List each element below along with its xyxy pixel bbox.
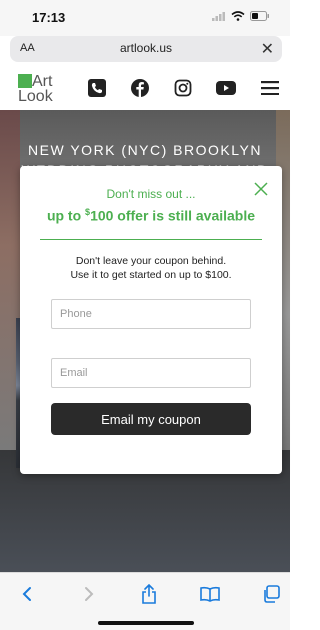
modal-divider — [40, 239, 262, 240]
headline-rest: 100 offer is still available — [90, 207, 256, 224]
modal-headline: up to $100 offer is still available — [20, 207, 282, 224]
modal-body-line2: Use it to get started on up to $100. — [70, 269, 232, 281]
battery-icon — [250, 11, 269, 21]
logo-mark — [18, 74, 32, 88]
site-header: Art Look — [0, 64, 290, 110]
phone-icon[interactable] — [87, 78, 107, 98]
share-icon[interactable] — [138, 583, 160, 605]
headline-prefix: up to — [46, 207, 86, 224]
forward-icon[interactable] — [78, 583, 100, 605]
address-bar[interactable]: AA artlook.us ✕ — [10, 36, 282, 62]
url-text[interactable]: artlook.us — [10, 41, 282, 55]
email-input[interactable] — [51, 358, 251, 388]
email-coupon-button[interactable]: Email my coupon — [51, 403, 251, 435]
site-logo[interactable]: Art Look — [18, 73, 58, 106]
signal-icon — [212, 12, 225, 21]
modal-kicker: Don't miss out ... — [106, 187, 196, 201]
logo-text-look: Look — [18, 88, 53, 105]
back-icon[interactable] — [16, 583, 38, 605]
tabs-icon[interactable] — [260, 583, 282, 605]
status-bar: 17:13 — [0, 0, 290, 36]
facebook-icon[interactable] — [130, 78, 150, 98]
status-time: 17:13 — [32, 10, 66, 25]
hero-title-line1: NEW YORK (NYC) BROOKLYN — [28, 142, 262, 158]
modal-body: Don't leave your coupon behind. Use it t… — [20, 254, 282, 282]
menu-icon[interactable] — [260, 78, 280, 98]
status-icons — [212, 11, 270, 21]
home-indicator — [98, 621, 194, 625]
wifi-icon — [231, 11, 245, 21]
coupon-modal: Don't miss out ... up to $100 offer is s… — [20, 166, 282, 474]
phone-input[interactable] — [51, 299, 251, 329]
bookmarks-icon[interactable] — [199, 583, 221, 605]
modal-body-line1: Don't leave your coupon behind. — [75, 255, 227, 267]
instagram-icon[interactable] — [173, 78, 193, 98]
youtube-icon[interactable] — [216, 78, 236, 98]
close-icon[interactable]: ✕ — [261, 39, 274, 59]
